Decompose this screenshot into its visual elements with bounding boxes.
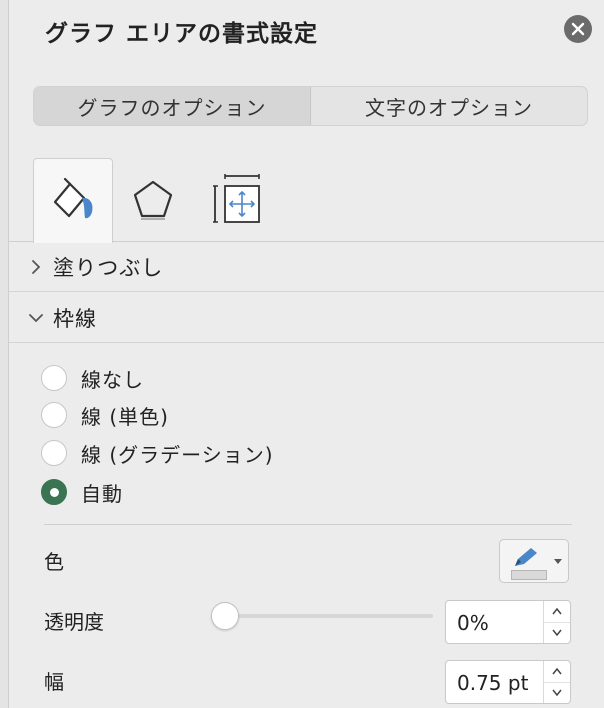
radio-label: 自動	[81, 481, 123, 506]
section-fill-header[interactable]: 塗りつぶし	[9, 243, 604, 292]
chevron-up-icon	[552, 668, 562, 675]
radio-automatic[interactable]: 自動	[41, 476, 123, 508]
stepper-up-button[interactable]	[544, 601, 570, 623]
radio-label: 線なし	[81, 367, 144, 392]
size-properties-icon	[213, 174, 260, 223]
pane-title: グラフ エリアの書式設定	[45, 21, 319, 47]
width-value[interactable]: 0.75 pt	[457, 671, 528, 695]
color-swatch	[511, 570, 547, 580]
chevron-down-icon	[552, 689, 562, 696]
options-tab-switcher: グラフのオプション 文字のオプション	[33, 86, 588, 126]
radio-button[interactable]	[41, 402, 67, 428]
stepper-up-button[interactable]	[544, 661, 570, 683]
radio-label: 線 (グラデーション)	[81, 442, 274, 467]
stepper-buttons	[543, 601, 570, 643]
stepper-buttons	[543, 661, 570, 703]
color-label: 色	[44, 550, 64, 574]
transparency-value[interactable]: 0%	[457, 611, 489, 635]
radio-button-selected[interactable]	[41, 479, 67, 505]
radio-solid-line[interactable]: 線 (単色)	[41, 399, 169, 431]
radio-gradient-line[interactable]: 線 (グラデーション)	[41, 437, 274, 469]
left-window-edge	[0, 0, 9, 708]
tab-text-options[interactable]: 文字のオプション	[311, 87, 587, 125]
divider	[44, 524, 572, 525]
chevron-down-icon	[552, 629, 562, 636]
transparency-slider-thumb[interactable]	[211, 602, 239, 630]
format-pane: グラフ エリアの書式設定 グラフのオプション 文字のオプション 塗りつぶし 枠線…	[9, 0, 604, 708]
section-fill-label: 塗りつぶし	[53, 256, 164, 280]
transparency-label: 透明度	[44, 610, 104, 634]
radio-button[interactable]	[41, 365, 67, 391]
pen-icon	[515, 548, 537, 566]
section-border-label: 枠線	[53, 307, 97, 331]
close-icon	[571, 22, 585, 36]
transparency-stepper[interactable]: 0%	[445, 600, 571, 644]
transparency-slider-track[interactable]	[219, 614, 433, 618]
radio-button[interactable]	[41, 440, 67, 466]
stepper-down-button[interactable]	[544, 622, 570, 643]
tab-fill-line[interactable]	[33, 158, 113, 243]
effects-pentagon-icon	[133, 180, 173, 220]
fill-line-icon	[53, 178, 93, 219]
section-border-header[interactable]: 枠線	[9, 294, 604, 343]
color-picker-button[interactable]	[499, 539, 569, 583]
dropdown-arrow-icon	[554, 559, 562, 564]
stepper-down-button[interactable]	[544, 682, 570, 703]
radio-no-line[interactable]: 線なし	[41, 362, 144, 394]
close-button[interactable]	[564, 15, 592, 43]
chevron-down-icon	[25, 312, 47, 324]
chevron-right-icon	[25, 259, 47, 275]
tab-size-properties[interactable]	[200, 158, 278, 242]
tab-chart-options[interactable]: グラフのオプション	[34, 87, 311, 125]
radio-label: 線 (単色)	[81, 404, 169, 429]
width-stepper[interactable]: 0.75 pt	[445, 660, 571, 704]
chevron-up-icon	[552, 608, 562, 615]
width-label: 幅	[44, 670, 64, 694]
tab-effects[interactable]	[114, 158, 192, 242]
